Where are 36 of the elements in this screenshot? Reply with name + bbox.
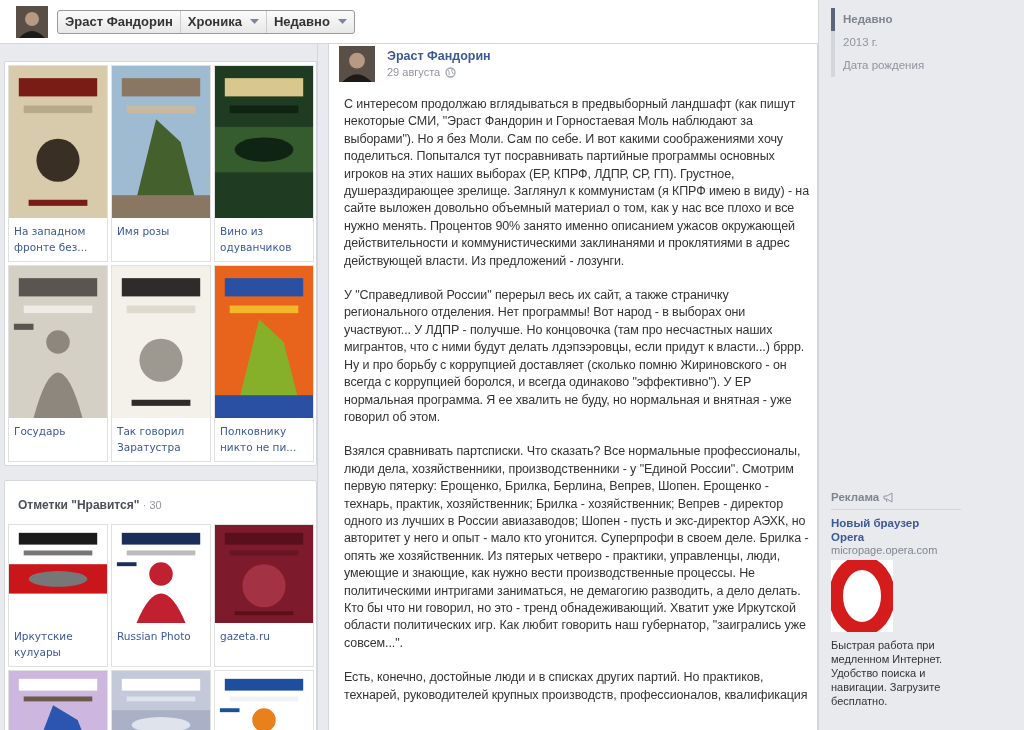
page-tile[interactable]: Russian Photo xyxy=(111,524,211,667)
avatar[interactable] xyxy=(16,5,48,38)
tile-title[interactable]: Вино из одуванчиков xyxy=(215,218,313,261)
tile-title[interactable]: Полковнику никто не пи... xyxy=(215,418,313,461)
avatar[interactable] xyxy=(339,46,375,82)
breadcrumb-button[interactable]: Недавно xyxy=(265,10,354,33)
tile-title[interactable]: Так говорил Заратустра xyxy=(112,418,210,461)
page-tile[interactable]: Имя розы xyxy=(111,65,211,262)
ad-text: Быстрая работа при медленном Интернет. Удобство поиска и навигации. Загрузите бесплатно. xyxy=(831,638,944,708)
likes-count: · 30 xyxy=(142,499,162,511)
section-title: Отметки "Нравится" xyxy=(18,498,140,512)
breadcrumb-button[interactable]: Эраст Фандорин xyxy=(58,10,180,33)
ad-title[interactable]: Новый браузер Opera xyxy=(831,516,949,544)
tile-title[interactable]: Государь xyxy=(9,418,107,461)
page-tile[interactable]: Государь xyxy=(8,265,108,462)
globe-icon xyxy=(445,66,457,78)
page-tile[interactable]: Так говорил Заратустра xyxy=(111,265,211,462)
page-tile[interactable]: Вино из одуванчиков xyxy=(214,65,314,262)
ad-url: micropage.opera.com xyxy=(831,544,939,556)
ad-heading: Реклама xyxy=(831,491,880,503)
page-tile[interactable]: Полковнику никто не пи... xyxy=(214,265,314,462)
page-tile[interactable]: На западном фронте без... xyxy=(8,65,108,262)
post-paragraph: Есть, конечно, достойные люди и в списках других партий. Но практиков, технарей, руководителей крупных производств, профессионалов, квалификация xyxy=(344,669,809,704)
tile-title[interactable]: Russian Photo xyxy=(112,623,210,666)
tile-title[interactable]: Иркутские кулуары xyxy=(9,623,107,666)
post-paragraph: У "Справедливой России" перерыл весь их сайт, а также страничку регионального отделения. Нет программы! Вот народ - в выборах они участвуют... У ЛДПР - получше. Но концовочка (там про несчастных наших мигрантов, что с ними будут делать лдэпээровцы, если придут к власти...) бррр. Ну и про борьбу с коррупцией доставляет (сколько помню Жириновского - он всегда с коррупцией боролся, и всегда одинаково "эффективно"). У ЕР нормальная программа. Я ее хвалить не буду, но нормальная и внятная - уже говорил об этом. xyxy=(344,287,806,426)
page-tile[interactable]: Иркутские кулуары xyxy=(8,524,108,667)
post-paragraph: Взялся сравнивать партсписки. Что сказать? Все нормальные профессионалы, люди дела, хозяйственники, производственники - у "Единой России". Смотрим первую пятерку: Ерощенко, Брилка, Берлина, Вепрев, Шопен. Ерощенко - технарь, практик, хозяйственник; Брилка - хозяйственник; Вепрев - директор одного из лучших в России авиазаводов; Шопен - пусть и экс-директор АЭХК, но авторитет у него и опыт - мало кто угонится. Суперпрофи в своем деле. Брилка - опять же хозяйственник. Из пятерых четверо - практики, управленцы, люди, умеющие и знающие, как нужно вести производственные процессы. Не политическими интригами заниматься, не демагогию разводить, а дело делать. Кто бы что ни говорил, но это - тренд обнадеживающий. Хватит уже Иркутской области политических игр. Как любит говорить наш губернатор, "заигрались уже совсем...". xyxy=(344,443,810,652)
ring-icon[interactable] xyxy=(831,560,893,632)
tile-title[interactable]: gazeta.ru xyxy=(215,623,313,666)
breadcrumb-button[interactable]: Хроника xyxy=(179,10,266,33)
page-tile[interactable]: gazeta.ru xyxy=(214,524,314,667)
tile-title[interactable]: Имя розы xyxy=(112,218,210,261)
tile-title[interactable]: На западном фронте без... xyxy=(9,218,107,261)
author-name[interactable]: Эраст Фандорин xyxy=(387,49,491,63)
post-paragraph: С интересом продолжаю вглядываться в предвыборный ландшафт (как пишут некоторые СМИ, "Эраст Фандорин и Горностаевая Моль наблюдают за выборами"). Но я без Моли. Сам по себе. И вот какими соображениями хочу поделиться. Попытался тут посравнивать партийные программы основных игроков на этих наших выборах (ЕР, КПРФ, ЛДПР, СР, ГП). Грустное, душераздирающее зрелище. Заглянул к коммунистам (я КПРФ имею в виду) - на сайте выложен довольно объемный материал о том, как у нас все плохо и все нужно менять. Процентов 90% занято именно описанием ужасов окружающей действительности и коммунистическими заклинанями и проклятиями в адрес действующей власти. Из предложений - лозунги. xyxy=(344,96,810,270)
